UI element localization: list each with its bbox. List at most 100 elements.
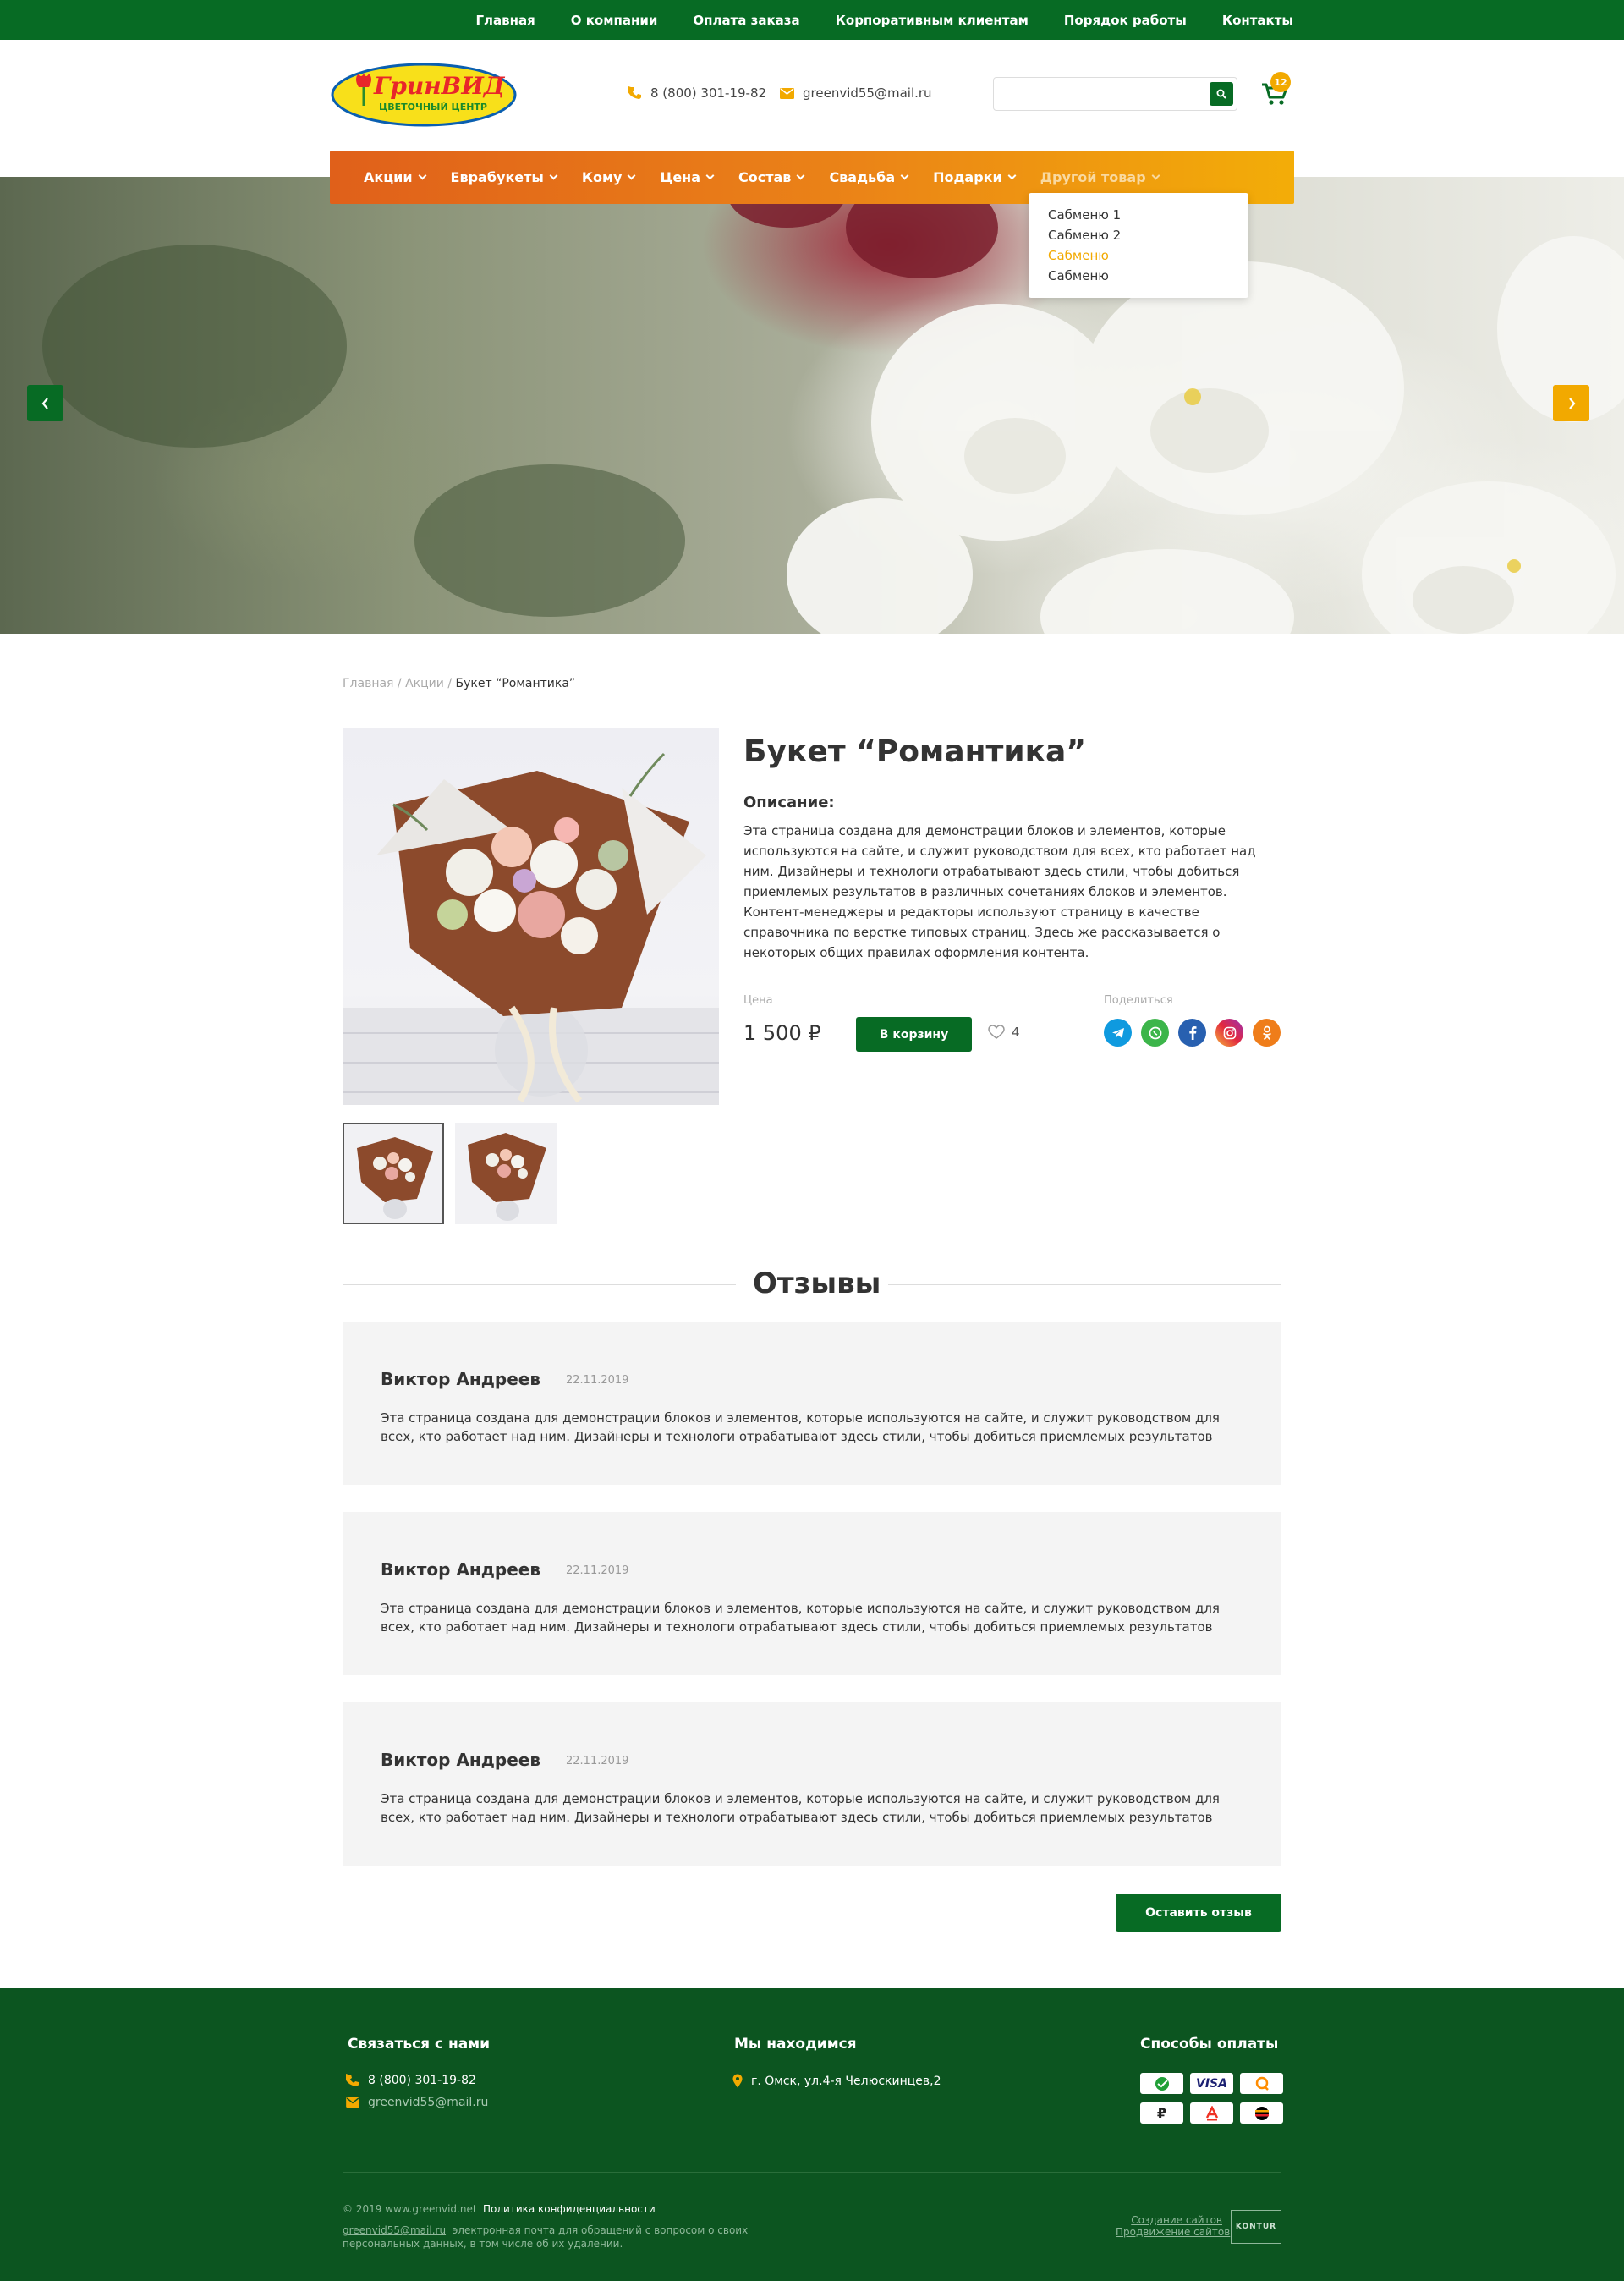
sberbank-icon (1155, 2076, 1169, 2091)
submenu-item-2[interactable]: Сабменю 2 (1048, 225, 1248, 245)
review-date: 22.11.2019 (566, 1374, 629, 1387)
kontur-logo[interactable]: KONTUR (1231, 2210, 1281, 2244)
product-thumbnail-2[interactable] (455, 1123, 557, 1224)
submenu-item-1[interactable]: Сабменю 1 (1048, 205, 1248, 225)
share-whatsapp-button[interactable] (1141, 1019, 1169, 1047)
breadcrumb-section[interactable]: Акции (405, 677, 444, 690)
footer-contact-heading: Связаться с нами (348, 2036, 491, 2053)
review-card: Виктор Андреев 22.11.2019 Эта страница с… (343, 1702, 1281, 1866)
topnav-about[interactable]: О компании (571, 13, 658, 28)
footer-address-text: г. Омск, ул.4-я Челюскинцев,2 (751, 2074, 941, 2088)
privacy-policy-link[interactable]: Политика конфиденциальности (483, 2203, 656, 2215)
header-phone[interactable]: 8 (800) 301-19-82 (628, 85, 766, 101)
topnav-contacts[interactable]: Контакты (1222, 13, 1293, 28)
odnoklassniki-icon (1262, 1025, 1271, 1040)
submenu-item-4[interactable]: Сабменю (1048, 266, 1248, 286)
menu-item-eurobouquets-label: Еврабукеты (450, 169, 544, 185)
footer-location-heading: Мы находимся (734, 2036, 857, 2053)
logo-subtext: ЦВЕТОЧНЫЙ ЦЕНТР (379, 102, 487, 113)
share-odnoklassniki-button[interactable] (1253, 1019, 1281, 1047)
footer-phone[interactable]: 8 (800) 301-19-82 (346, 2074, 476, 2087)
chevron-down-icon (900, 171, 909, 180)
alfa-bank-icon (1205, 2105, 1218, 2120)
search-input[interactable] (1001, 83, 1204, 105)
chevron-left-icon (41, 397, 48, 409)
menu-item-recipient-label: Кому (581, 169, 623, 185)
menu-item-price[interactable]: Цена (660, 169, 715, 185)
review-text: Эта страница создана для демонстрации бл… (381, 1791, 1220, 1825)
menu-item-gifts[interactable]: Подарки (933, 169, 1017, 185)
share-telegram-button[interactable] (1104, 1019, 1132, 1047)
add-to-cart-button[interactable]: В корзину (856, 1017, 972, 1052)
menu-item-wedding[interactable]: Свадьба (829, 169, 909, 185)
hero-slider (0, 177, 1624, 634)
product-thumbnail-1[interactable] (343, 1123, 444, 1224)
topnav-home[interactable]: Главная (476, 13, 535, 28)
reviews-divider-right (888, 1284, 1281, 1285)
like-button[interactable]: 4 (988, 1025, 1020, 1040)
search-icon (1216, 89, 1226, 99)
cart-count-badge: 12 (1270, 72, 1291, 92)
footer (0, 1988, 1624, 2281)
menu-item-recipient[interactable]: Кому (581, 169, 636, 185)
footer-email-note-link[interactable]: greenvid55@mail.ru (343, 2224, 446, 2236)
topnav-process[interactable]: Порядок работы (1064, 13, 1187, 28)
menu-item-sales[interactable]: Акции (364, 169, 426, 185)
topnav-payment[interactable]: Оплата заказа (693, 13, 799, 28)
chevron-down-icon (628, 171, 636, 180)
menu-item-gifts-label: Подарки (933, 169, 1002, 185)
phone-icon (628, 86, 641, 99)
facebook-icon (1188, 1026, 1196, 1040)
menu-item-composition[interactable]: Состав (738, 169, 805, 185)
payment-visa: VISA (1190, 2073, 1233, 2094)
share-label: Поделиться (1104, 994, 1173, 1007)
review-date: 22.11.2019 (566, 1564, 629, 1577)
breadcrumb: Главная / Акции / Букет “Романтика” (343, 677, 576, 690)
chevron-down-icon (549, 171, 558, 180)
leave-review-button[interactable]: Оставить отзыв (1116, 1894, 1281, 1932)
footer-payment-heading: Способы оплаты (1140, 2036, 1279, 2053)
review-author: Виктор Андреев (381, 1369, 540, 1389)
topnav-corporate[interactable]: Корпоративным клиентам (836, 13, 1029, 28)
breadcrumb-home[interactable]: Главная (343, 677, 393, 690)
header-email[interactable]: greenvid55@mail.ru (780, 85, 932, 101)
slider-next-button[interactable] (1553, 385, 1589, 421)
footer-email-note: greenvid55@mail.ru электронная почта для… (343, 2223, 782, 2251)
reviews-divider-left (343, 1284, 736, 1285)
review-author: Виктор Андреев (381, 1750, 540, 1770)
product-main-image[interactable] (343, 728, 719, 1105)
menu-item-sales-label: Акции (364, 169, 413, 185)
footer-phone-text: 8 (800) 301-19-82 (368, 2074, 476, 2087)
chevron-right-icon (1568, 397, 1575, 409)
payment-yandex-money: ₽ (1140, 2102, 1183, 2124)
location-pin-icon (732, 2074, 743, 2088)
bouquet-image (343, 752, 719, 1105)
site-logo[interactable]: ГринВИД ЦВЕТОЧНЫЙ ЦЕНТР (330, 62, 518, 128)
description-heading: Описание: (743, 794, 835, 811)
share-facebook-button[interactable] (1178, 1019, 1206, 1047)
top-bar: Главная О компании Оплата заказа Корпора… (0, 0, 1624, 40)
share-instagram-button[interactable] (1215, 1019, 1243, 1047)
menu-item-other-goods[interactable]: Другой товар (1040, 169, 1160, 185)
payment-sberbank (1140, 2073, 1183, 2094)
slider-prev-button[interactable] (27, 385, 63, 421)
bouquet-thumbnail-image (357, 1137, 433, 1219)
payment-alfa (1190, 2102, 1233, 2124)
footer-email[interactable]: greenvid55@mail.ru (346, 2096, 488, 2109)
chevron-down-icon (705, 171, 715, 180)
instagram-icon (1223, 1026, 1236, 1039)
payment-qiwi (1240, 2073, 1283, 2094)
chevron-down-icon (1151, 171, 1160, 180)
header-phone-text: 8 (800) 301-19-82 (650, 85, 767, 101)
submenu-item-3[interactable]: Сабменю (1048, 245, 1248, 266)
dev-link-sites[interactable]: Создание сайтов (1116, 2214, 1222, 2226)
menu-item-eurobouquets[interactable]: Еврабукеты (450, 169, 558, 185)
dev-link-promotion[interactable]: Продвижение сайтов (1116, 2226, 1230, 2238)
search-button[interactable] (1210, 82, 1233, 106)
chevron-down-icon (1007, 171, 1017, 180)
menu-item-price-label: Цена (660, 169, 701, 185)
mail-icon (780, 87, 794, 99)
bouquet-thumbnail-image (468, 1133, 546, 1221)
heart-icon (988, 1025, 1005, 1039)
ruble-icon: ₽ (1156, 2105, 1167, 2121)
